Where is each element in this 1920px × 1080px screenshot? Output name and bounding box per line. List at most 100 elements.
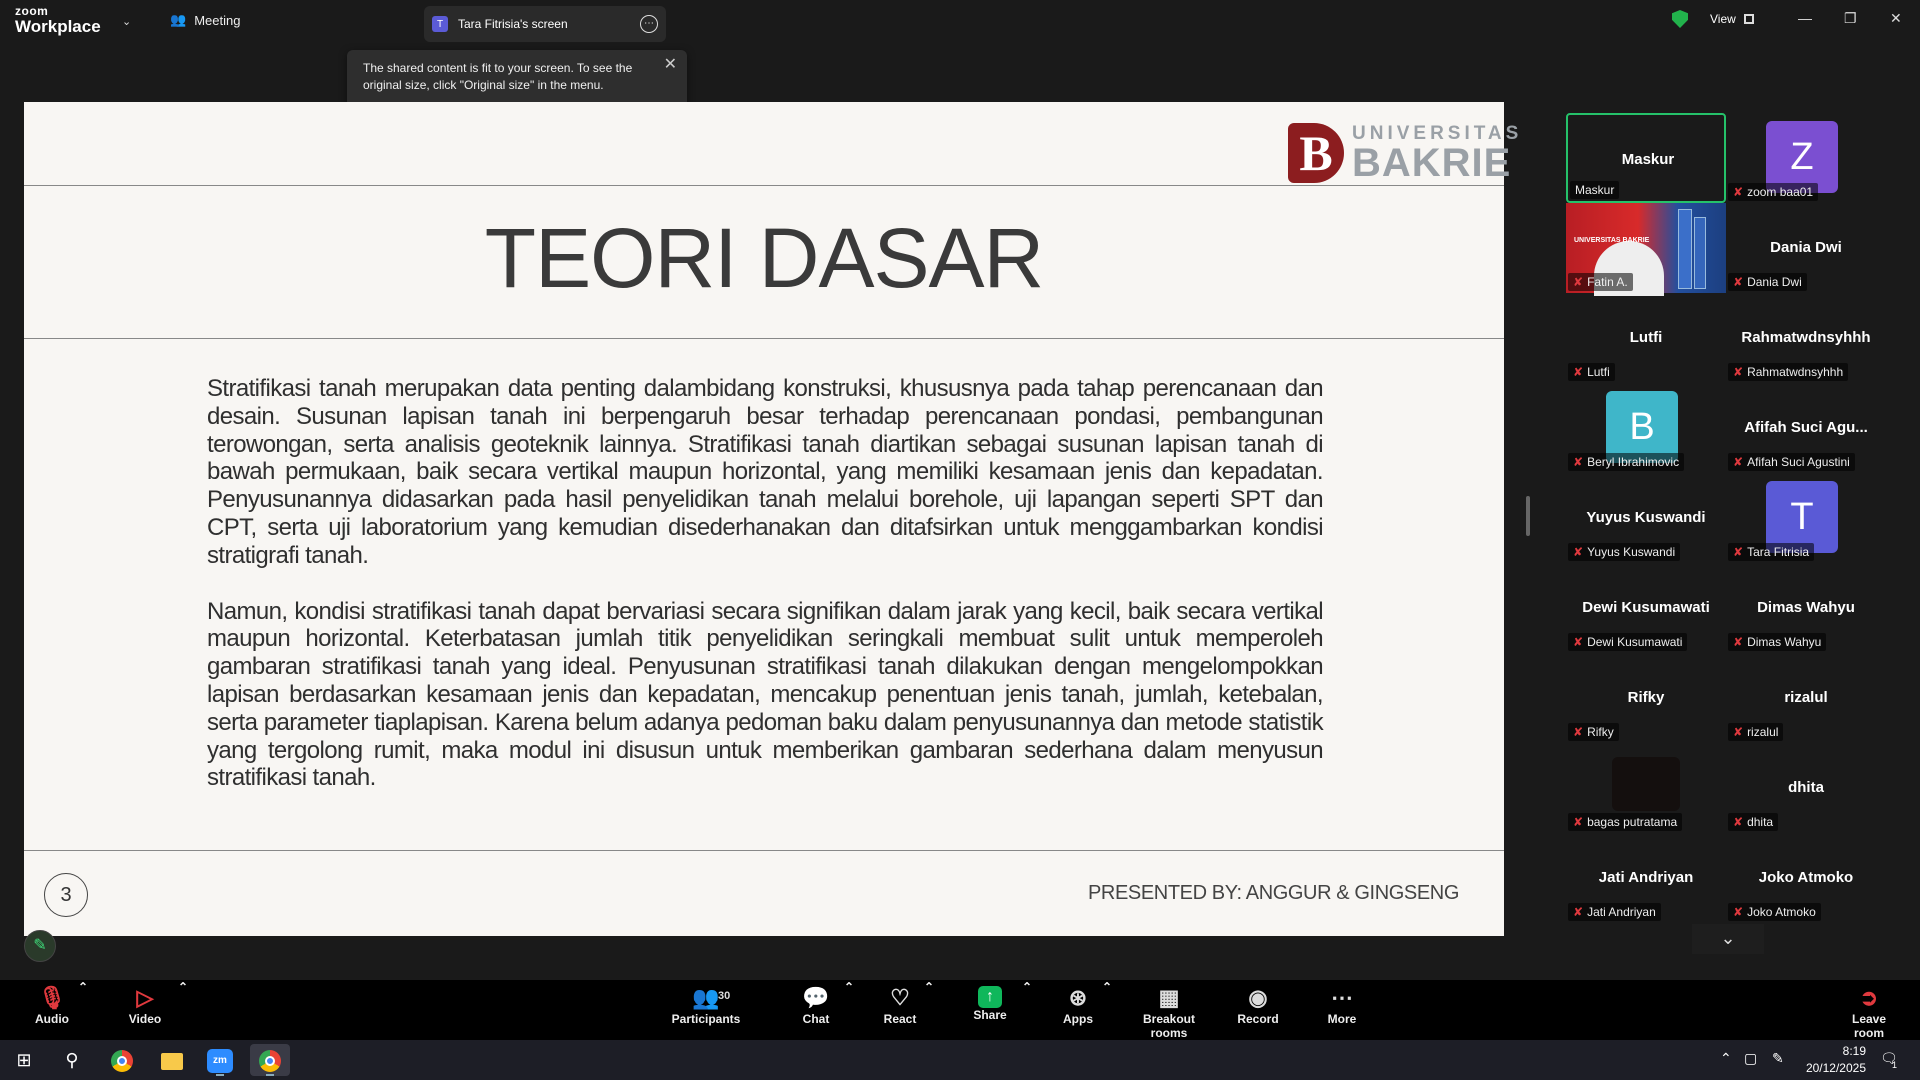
participant-display-name: Dewi Kusumawati — [1582, 599, 1710, 616]
participant-tile[interactable]: Joko Atmoko ✘ Joko Atmoko — [1726, 833, 1886, 923]
view-button[interactable]: View — [1710, 12, 1754, 26]
shared-screen-tab[interactable]: T Tara Fitrisia's screen ⋯ — [424, 6, 666, 42]
record-label: Record — [1237, 1012, 1279, 1026]
chevron-down-icon[interactable]: ⌄ — [1692, 924, 1764, 954]
participant-name: Rifky — [1587, 725, 1614, 739]
apps-icon: ⊛ — [1068, 985, 1088, 1010]
leave-room-button[interactable]: ➲ Leave room — [1836, 980, 1902, 1040]
video-button[interactable]: ▷ Video — [120, 980, 170, 1040]
participant-tile[interactable]: Yuyus Kuswandi ✘ Yuyus Kuswandi — [1566, 473, 1726, 563]
restore-icon[interactable]: ❐ — [1844, 10, 1857, 27]
more-button[interactable]: ⋯ More — [1322, 980, 1362, 1040]
clock[interactable]: 8:19 20/12/2025 — [1796, 1043, 1866, 1077]
pen-icon[interactable]: ✎ — [1772, 1050, 1784, 1067]
participant-tile[interactable]: Jati Andriyan ✘ Jati Andriyan — [1566, 833, 1726, 923]
participant-tile[interactable]: rizalul ✘ rizalul — [1726, 653, 1886, 743]
participant-tile[interactable]: B ✘ Beryl Ibrahimovic — [1566, 383, 1726, 473]
record-button[interactable]: ◉ Record — [1236, 980, 1280, 1040]
annotate-pen-icon[interactable]: ✎ — [24, 930, 56, 962]
chevron-up-icon[interactable]: ⌃ — [1720, 1050, 1732, 1067]
divider — [24, 338, 1504, 339]
participant-name: bagas putratama — [1587, 815, 1678, 829]
page-number: 3 — [44, 873, 88, 917]
mic-muted-icon: ✘ — [1733, 545, 1744, 559]
participant-tile[interactable]: T ✘ Tara Fitrisia — [1726, 473, 1886, 563]
participant-tile[interactable]: UNIVERSITAS BAKRIE ✘ Fatin A. — [1566, 203, 1726, 296]
participant-tile[interactable]: Lutfi ✘ Lutfi — [1566, 293, 1726, 383]
participant-display-name: dhita — [1788, 779, 1824, 796]
panel-resize-handle[interactable] — [1526, 496, 1530, 536]
video-options-chevron-icon[interactable]: ⌃ — [178, 980, 188, 1040]
participant-name-label: ✘ Dimas Wahyu — [1728, 633, 1827, 651]
search-icon[interactable]: ⚲ — [52, 1044, 92, 1076]
participant-name-label: ✘ zoom baa01 — [1728, 183, 1819, 201]
close-icon[interactable]: ✕ — [1890, 10, 1902, 27]
mic-muted-icon: ✘ — [1573, 725, 1584, 739]
windows-start-icon[interactable]: ⊞ — [4, 1044, 44, 1076]
shield-check-icon[interactable] — [1672, 10, 1688, 28]
participant-name: Rahmatwdnsyhhh — [1747, 365, 1844, 379]
participant-name-label: ✘ Rifky — [1568, 723, 1619, 741]
chrome-active-icon[interactable] — [250, 1044, 290, 1076]
participant-tile[interactable]: Maskur Maskur — [1566, 113, 1726, 203]
participant-tile[interactable]: Dimas Wahyu ✘ Dimas Wahyu — [1726, 563, 1886, 653]
chrome-icon[interactable] — [102, 1044, 142, 1076]
mic-muted-icon: ✘ — [1573, 905, 1584, 919]
participant-tile[interactable]: Dania Dwi ✘ Dania Dwi — [1726, 203, 1886, 293]
share-options-chevron-icon[interactable]: ⌃ — [1022, 980, 1032, 1040]
grid-icon — [1743, 14, 1754, 24]
participants-button[interactable]: 👥 30 Participants — [668, 980, 744, 1040]
logo-mark: B — [1288, 123, 1344, 183]
participant-name: rizalul — [1747, 725, 1779, 739]
chat-options-chevron-icon[interactable]: ⌃ — [844, 980, 854, 1040]
zoom-badge: zm — [207, 1049, 233, 1074]
participant-tile[interactable]: ✘ bagas putratama — [1566, 743, 1726, 833]
title-bar: zoom Workplace ⌄ 👥 Meeting T Tara Fitris… — [0, 0, 1920, 44]
participant-display-name: Rahmatwdnsyhhh — [1741, 329, 1871, 346]
minimize-icon[interactable]: — — [1798, 10, 1812, 26]
audio-button[interactable]: 🎙 Audio — [28, 980, 76, 1040]
participant-name-label: ✘ Afifah Suci Agustini — [1728, 453, 1855, 471]
participant-tile[interactable]: Afifah Suci Agu... ✘ Afifah Suci Agustini — [1726, 383, 1886, 473]
meeting-tab[interactable]: 👥 Meeting — [170, 12, 240, 28]
apps-label: Apps — [1063, 1012, 1093, 1026]
participant-tile[interactable]: Z ✘ zoom baa01 — [1726, 113, 1886, 203]
participant-display-name: Yuyus Kuswandi — [1586, 509, 1706, 526]
participant-tile[interactable]: Dewi Kusumawati ✘ Dewi Kusumawati — [1566, 563, 1726, 653]
participant-name-label: ✘ Jati Andriyan — [1568, 903, 1661, 921]
participant-name-label: ✘ Joko Atmoko — [1728, 903, 1821, 921]
audio-label: Audio — [35, 1012, 69, 1026]
participant-tile[interactable]: Rahmatwdnsyhhh ✘ Rahmatwdnsyhhh — [1726, 293, 1886, 383]
chat-label: Chat — [802, 1012, 830, 1026]
react-options-chevron-icon[interactable]: ⌃ — [924, 980, 934, 1040]
chat-button[interactable]: 💬 Chat — [796, 980, 836, 1040]
brand-top: zoom — [15, 4, 49, 18]
meeting-toolbar: 🎙 Audio ⌃ ▷ Video ⌃ 👥 30 Participants 💬 … — [0, 980, 1920, 1040]
chat-icon: 💬 — [802, 985, 830, 1010]
participant-display-name: Dania Dwi — [1770, 239, 1842, 256]
participant-name-label: ✘ Lutfi — [1568, 363, 1615, 381]
mic-muted-icon: 🎙 — [38, 985, 66, 1010]
apps-options-chevron-icon[interactable]: ⌃ — [1102, 980, 1112, 1040]
file-explorer-icon[interactable] — [152, 1044, 192, 1076]
ellipsis-icon[interactable]: ⋯ — [640, 15, 658, 33]
breakout-grid-icon: ▦ — [1158, 985, 1180, 1010]
audio-options-chevron-icon[interactable]: ⌃ — [78, 980, 88, 1040]
participant-name-label: ✘ Tara Fitrisia — [1728, 543, 1815, 561]
breakout-rooms-button[interactable]: ▦ Breakout rooms — [1124, 980, 1214, 1040]
apps-button[interactable]: ⊛ Apps — [1058, 980, 1098, 1040]
participant-name-label: ✘ Dania Dwi — [1728, 273, 1807, 291]
share-button[interactable]: ↑ Share — [970, 980, 1010, 1040]
participant-tile[interactable]: Rifky ✘ Rifky — [1566, 653, 1726, 743]
participant-name: Afifah Suci Agustini — [1747, 455, 1850, 469]
network-icon[interactable]: ▢ — [1744, 1050, 1757, 1067]
close-icon[interactable]: ✕ — [664, 56, 677, 73]
chevron-down-icon[interactable]: ⌄ — [122, 15, 131, 28]
time: 8:19 — [1842, 1044, 1866, 1058]
participant-tile[interactable]: dhita ✘ dhita — [1726, 743, 1886, 833]
mic-muted-icon: ✘ — [1573, 545, 1584, 559]
zoom-app-icon[interactable]: zm — [200, 1044, 240, 1076]
zoom-workplace-logo[interactable]: zoom Workplace — [15, 5, 101, 35]
participant-name: Jati Andriyan — [1587, 905, 1656, 919]
react-button[interactable]: ♡ React — [880, 980, 920, 1040]
